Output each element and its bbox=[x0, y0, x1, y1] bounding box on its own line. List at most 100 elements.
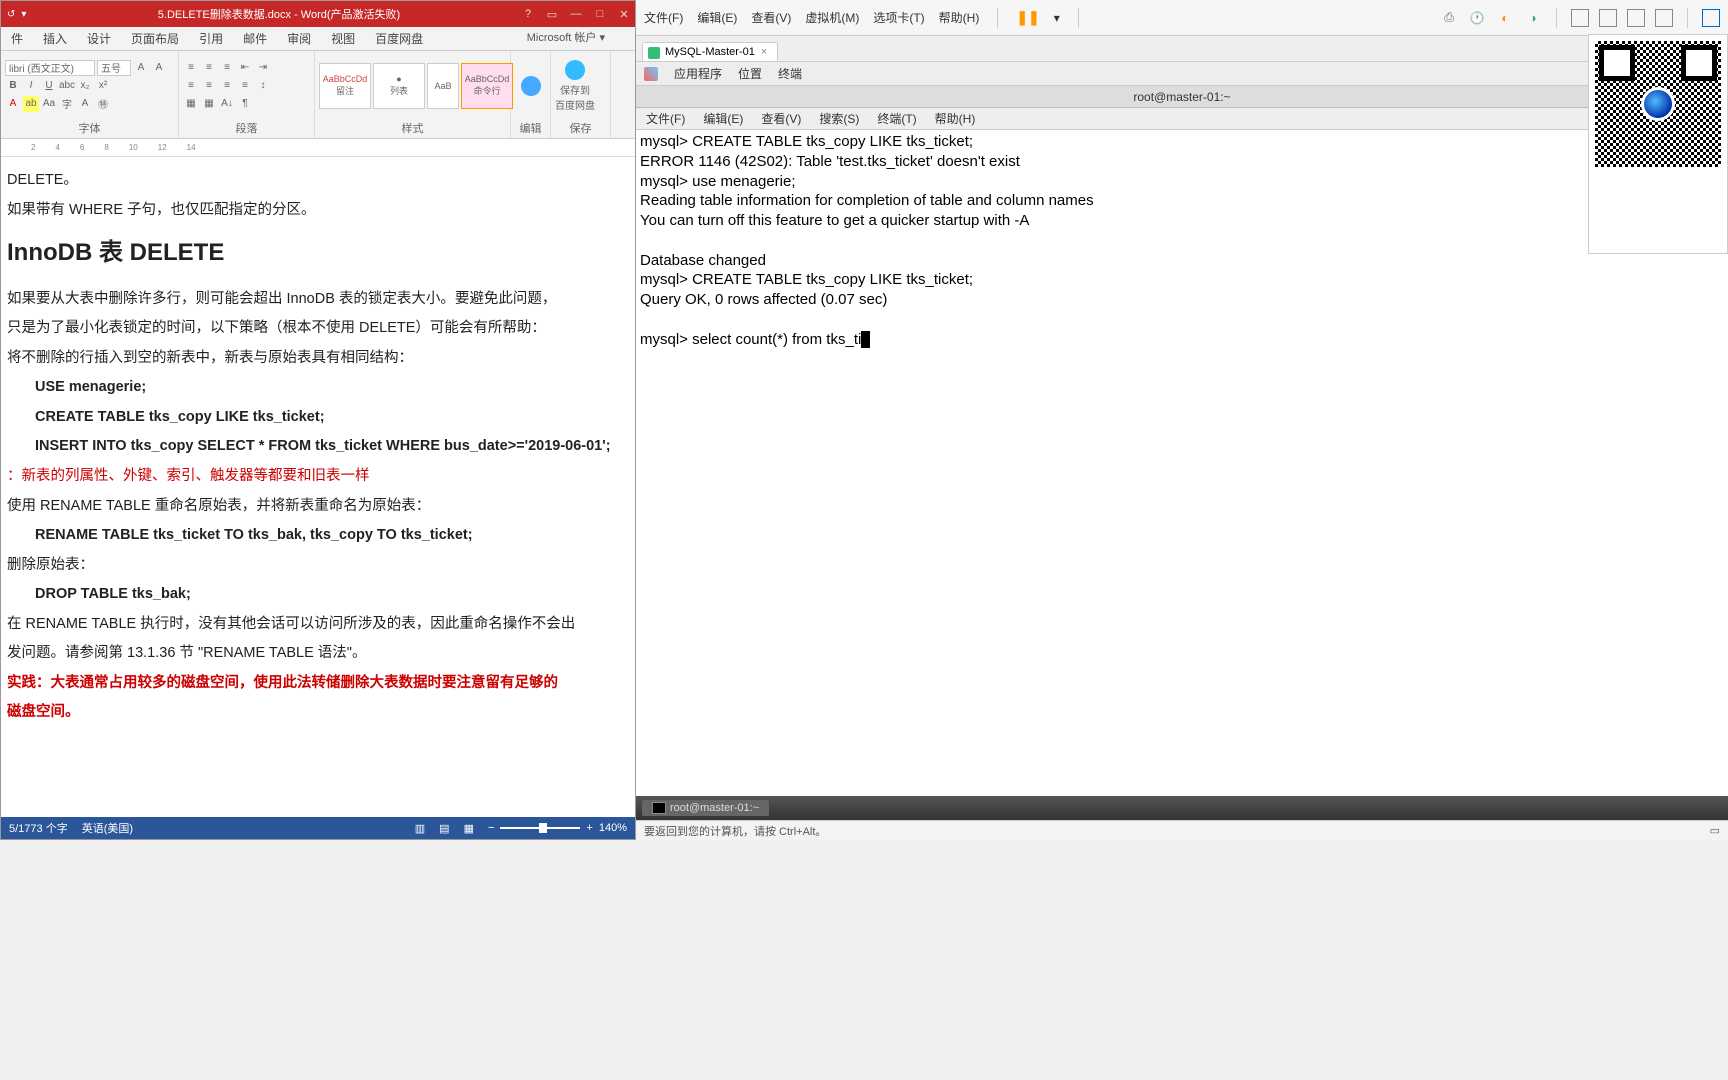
doc-note: ：新表的列属性、外键、索引、触发器等都要和旧表一样 bbox=[7, 463, 629, 491]
vm-menu-edit[interactable]: 编辑(E) bbox=[697, 9, 737, 26]
tab-view[interactable]: 视图 bbox=[321, 30, 365, 47]
suspend-icon[interactable]: ◐ bbox=[1496, 9, 1514, 27]
indent-right-icon[interactable]: ⇥ bbox=[255, 60, 271, 76]
tab-layout[interactable]: 页面布局 bbox=[121, 30, 189, 47]
tab-insert[interactable]: 插入 bbox=[33, 30, 77, 47]
doc-line: 删除原始表： bbox=[7, 552, 629, 580]
vm-menu-file[interactable]: 文件(F) bbox=[644, 9, 683, 26]
tab-mailings[interactable]: 邮件 bbox=[233, 30, 277, 47]
tab-close-icon[interactable]: × bbox=[761, 46, 767, 58]
snapshot-icon[interactable]: ⎙ bbox=[1440, 9, 1458, 27]
tab-baidu[interactable]: 百度网盘 bbox=[365, 30, 433, 47]
term-menu-edit[interactable]: 编辑(E) bbox=[703, 110, 743, 127]
view-read-icon[interactable]: ▤ bbox=[439, 822, 449, 835]
numbering-icon[interactable]: ≡ bbox=[201, 60, 217, 76]
shrink-font-icon[interactable]: A bbox=[151, 60, 167, 76]
sort-icon[interactable]: A↓ bbox=[219, 96, 235, 112]
align-left-icon[interactable]: ≡ bbox=[183, 78, 199, 94]
term-menu-help[interactable]: 帮助(H) bbox=[935, 110, 976, 127]
term-menu-view[interactable]: 查看(V) bbox=[761, 110, 801, 127]
power-dropdown-icon[interactable]: ▾ bbox=[1054, 11, 1060, 25]
view-print-icon[interactable]: ▥ bbox=[415, 822, 425, 835]
terminal-output[interactable]: mysql> CREATE TABLE tks_copy LIKE tks_ti… bbox=[636, 130, 1728, 790]
border-icon[interactable]: A bbox=[77, 96, 93, 112]
view-full-icon[interactable] bbox=[1655, 9, 1673, 27]
font-color-icon[interactable]: A bbox=[5, 96, 21, 112]
vm-tab[interactable]: MySQL-Master-01× bbox=[642, 42, 778, 61]
phonetic-icon[interactable]: 字 bbox=[59, 96, 75, 112]
maximize-icon[interactable]: □ bbox=[589, 8, 611, 21]
justify-icon[interactable]: ≡ bbox=[237, 78, 253, 94]
tab-file[interactable]: 件 bbox=[1, 30, 33, 47]
taskbar-item[interactable]: root@master-01:~ bbox=[642, 800, 769, 816]
group-styles-label: 样式 bbox=[319, 118, 506, 136]
tab-review[interactable]: 审阅 bbox=[277, 30, 321, 47]
vm-menu-view[interactable]: 查看(V) bbox=[751, 9, 791, 26]
vm-menu-help[interactable]: 帮助(H) bbox=[939, 9, 980, 26]
font-size-select[interactable]: 五号 bbox=[97, 60, 131, 76]
multilevel-icon[interactable]: ≡ bbox=[219, 60, 235, 76]
save-cloud-button[interactable]: 保存到 百度网盘 bbox=[555, 60, 595, 112]
console-icon[interactable] bbox=[1702, 9, 1720, 27]
bullets-icon[interactable]: ≡ bbox=[183, 60, 199, 76]
term-menu-terminal[interactable]: 终端(T) bbox=[877, 110, 916, 127]
term-menu-file[interactable]: 文件(F) bbox=[646, 110, 685, 127]
edit-button[interactable] bbox=[515, 76, 546, 96]
activities-icon[interactable] bbox=[644, 67, 658, 81]
borders-icon[interactable]: ▦ bbox=[201, 96, 217, 112]
circle-char-icon[interactable]: ㊕ bbox=[95, 96, 111, 112]
zoom-slider[interactable]: −+ 140% bbox=[488, 822, 627, 834]
quick-access[interactable]: ↺▾ bbox=[1, 9, 41, 20]
device-icon[interactable]: ▭ bbox=[1710, 824, 1720, 837]
font-name-select[interactable]: libri (西文正文) bbox=[5, 60, 95, 76]
vm-menu-tabs[interactable]: 选项卡(T) bbox=[873, 9, 924, 26]
highlight-icon[interactable]: ab bbox=[23, 96, 39, 112]
align-right-icon[interactable]: ≡ bbox=[219, 78, 235, 94]
strike-icon[interactable]: abc bbox=[59, 78, 75, 94]
minimize-icon[interactable]: — bbox=[565, 8, 587, 21]
grow-font-icon[interactable]: A bbox=[133, 60, 149, 76]
vm-menu-vm[interactable]: 虚拟机(M) bbox=[805, 9, 859, 26]
subscript-icon[interactable]: x₂ bbox=[77, 78, 93, 94]
help-icon[interactable]: ? bbox=[517, 8, 539, 21]
bold-icon[interactable]: B bbox=[5, 78, 21, 94]
guest-tab-apps[interactable]: 应用程序 bbox=[674, 65, 722, 82]
style-item[interactable]: ●列表 bbox=[373, 63, 425, 109]
align-center-icon[interactable]: ≡ bbox=[201, 78, 217, 94]
vm-tabs: MySQL-Master-01× bbox=[636, 36, 1728, 62]
ruler[interactable]: 2468101214 bbox=[1, 139, 635, 157]
revert-icon[interactable]: ◑ bbox=[1524, 9, 1542, 27]
guest-tab-places[interactable]: 位置 bbox=[738, 65, 762, 82]
tab-references[interactable]: 引用 bbox=[189, 30, 233, 47]
group-save-label: 保存 bbox=[555, 118, 606, 136]
zoom-value[interactable]: 140% bbox=[599, 822, 627, 834]
view-web-icon[interactable]: ▦ bbox=[464, 822, 474, 835]
view-single-icon[interactable] bbox=[1571, 9, 1589, 27]
style-item[interactable]: AaBbCcDd留注 bbox=[319, 63, 371, 109]
show-marks-icon[interactable]: ¶ bbox=[237, 96, 253, 112]
tab-design[interactable]: 设计 bbox=[77, 30, 121, 47]
document-body[interactable]: DELETE。 如果带有 WHERE 子句，也仅匹配指定的分区。 InnoDB … bbox=[1, 157, 635, 797]
clear-format-icon[interactable]: Aa bbox=[41, 96, 57, 112]
line-spacing-icon[interactable]: ↕ bbox=[255, 78, 271, 94]
underline-icon[interactable]: U bbox=[41, 78, 57, 94]
ribbon-toggle-icon[interactable]: ▭ bbox=[541, 8, 563, 21]
shading-icon[interactable]: ▦ bbox=[183, 96, 199, 112]
view-unity-icon[interactable] bbox=[1627, 9, 1645, 27]
italic-icon[interactable]: I bbox=[23, 78, 39, 94]
style-item[interactable]: AaB bbox=[427, 63, 459, 109]
vm-statusbar: 要返回到您的计算机，请按 Ctrl+Alt。 ▭ bbox=[636, 820, 1728, 840]
clock-icon[interactable]: 🕐 bbox=[1468, 9, 1486, 27]
term-menu-search[interactable]: 搜索(S) bbox=[819, 110, 859, 127]
ms-account[interactable]: Microsoft 帐户 ▾ bbox=[527, 29, 605, 45]
pause-icon[interactable]: ❚❚ bbox=[1016, 9, 1039, 26]
style-item-selected[interactable]: AaBbCcDd命令行 bbox=[461, 63, 513, 109]
page-count[interactable]: 5/1773 个字 bbox=[9, 820, 68, 836]
superscript-icon[interactable]: x² bbox=[95, 78, 111, 94]
close-icon[interactable]: ✕ bbox=[613, 8, 635, 21]
guest-tab-terminal[interactable]: 终端 bbox=[778, 65, 802, 82]
language[interactable]: 英语(美国) bbox=[82, 820, 133, 836]
view-split-icon[interactable] bbox=[1599, 9, 1617, 27]
indent-left-icon[interactable]: ⇤ bbox=[237, 60, 253, 76]
doc-heading: InnoDB 表 DELETE bbox=[7, 230, 629, 276]
